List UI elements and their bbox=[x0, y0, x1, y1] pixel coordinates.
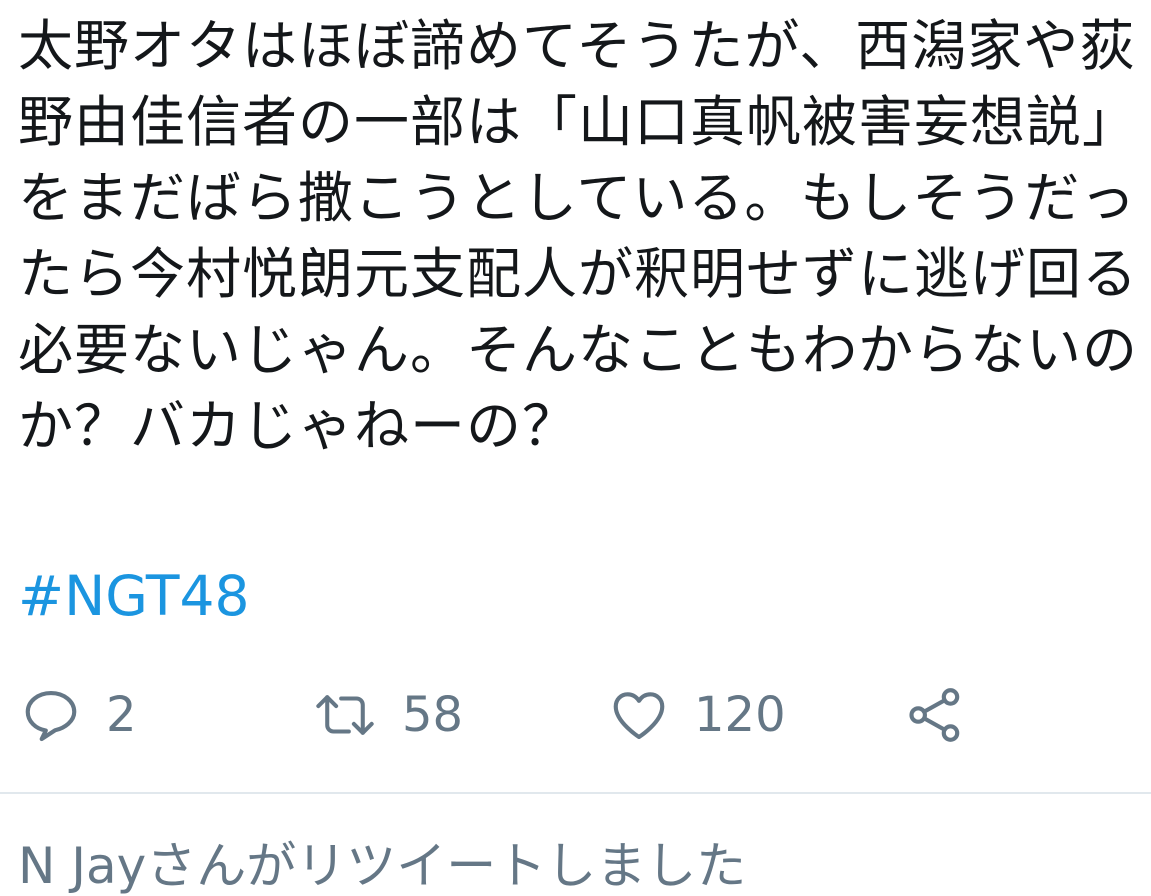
hashtag-link[interactable]: #NGT48 bbox=[18, 558, 249, 634]
like-count: 120 bbox=[694, 687, 786, 743]
reply-button[interactable]: 2 bbox=[20, 670, 137, 760]
like-button[interactable]: 120 bbox=[608, 670, 786, 760]
tweet-actions: 2 58 120 bbox=[0, 670, 1151, 760]
reply-icon bbox=[20, 684, 82, 746]
retweeted-by-text: N Jayさんがリツイートしました bbox=[18, 837, 747, 895]
reply-count: 2 bbox=[106, 687, 137, 743]
retweet-count: 58 bbox=[402, 687, 464, 743]
share-icon bbox=[904, 684, 966, 746]
retweet-icon bbox=[312, 684, 378, 746]
divider bbox=[0, 792, 1151, 794]
heart-icon bbox=[608, 684, 670, 746]
share-button[interactable] bbox=[904, 670, 966, 760]
tweet-text: 太野オタはほぼ諦めてそうたが、西潟家や荻野由佳信者の一部は「山口真帆被害妄想説」… bbox=[18, 14, 1139, 458]
tweet: 太野オタはほぼ諦めてそうたが、西潟家や荻野由佳信者の一部は「山口真帆被害妄想説」… bbox=[0, 0, 1151, 895]
retweet-button[interactable]: 58 bbox=[312, 670, 463, 760]
